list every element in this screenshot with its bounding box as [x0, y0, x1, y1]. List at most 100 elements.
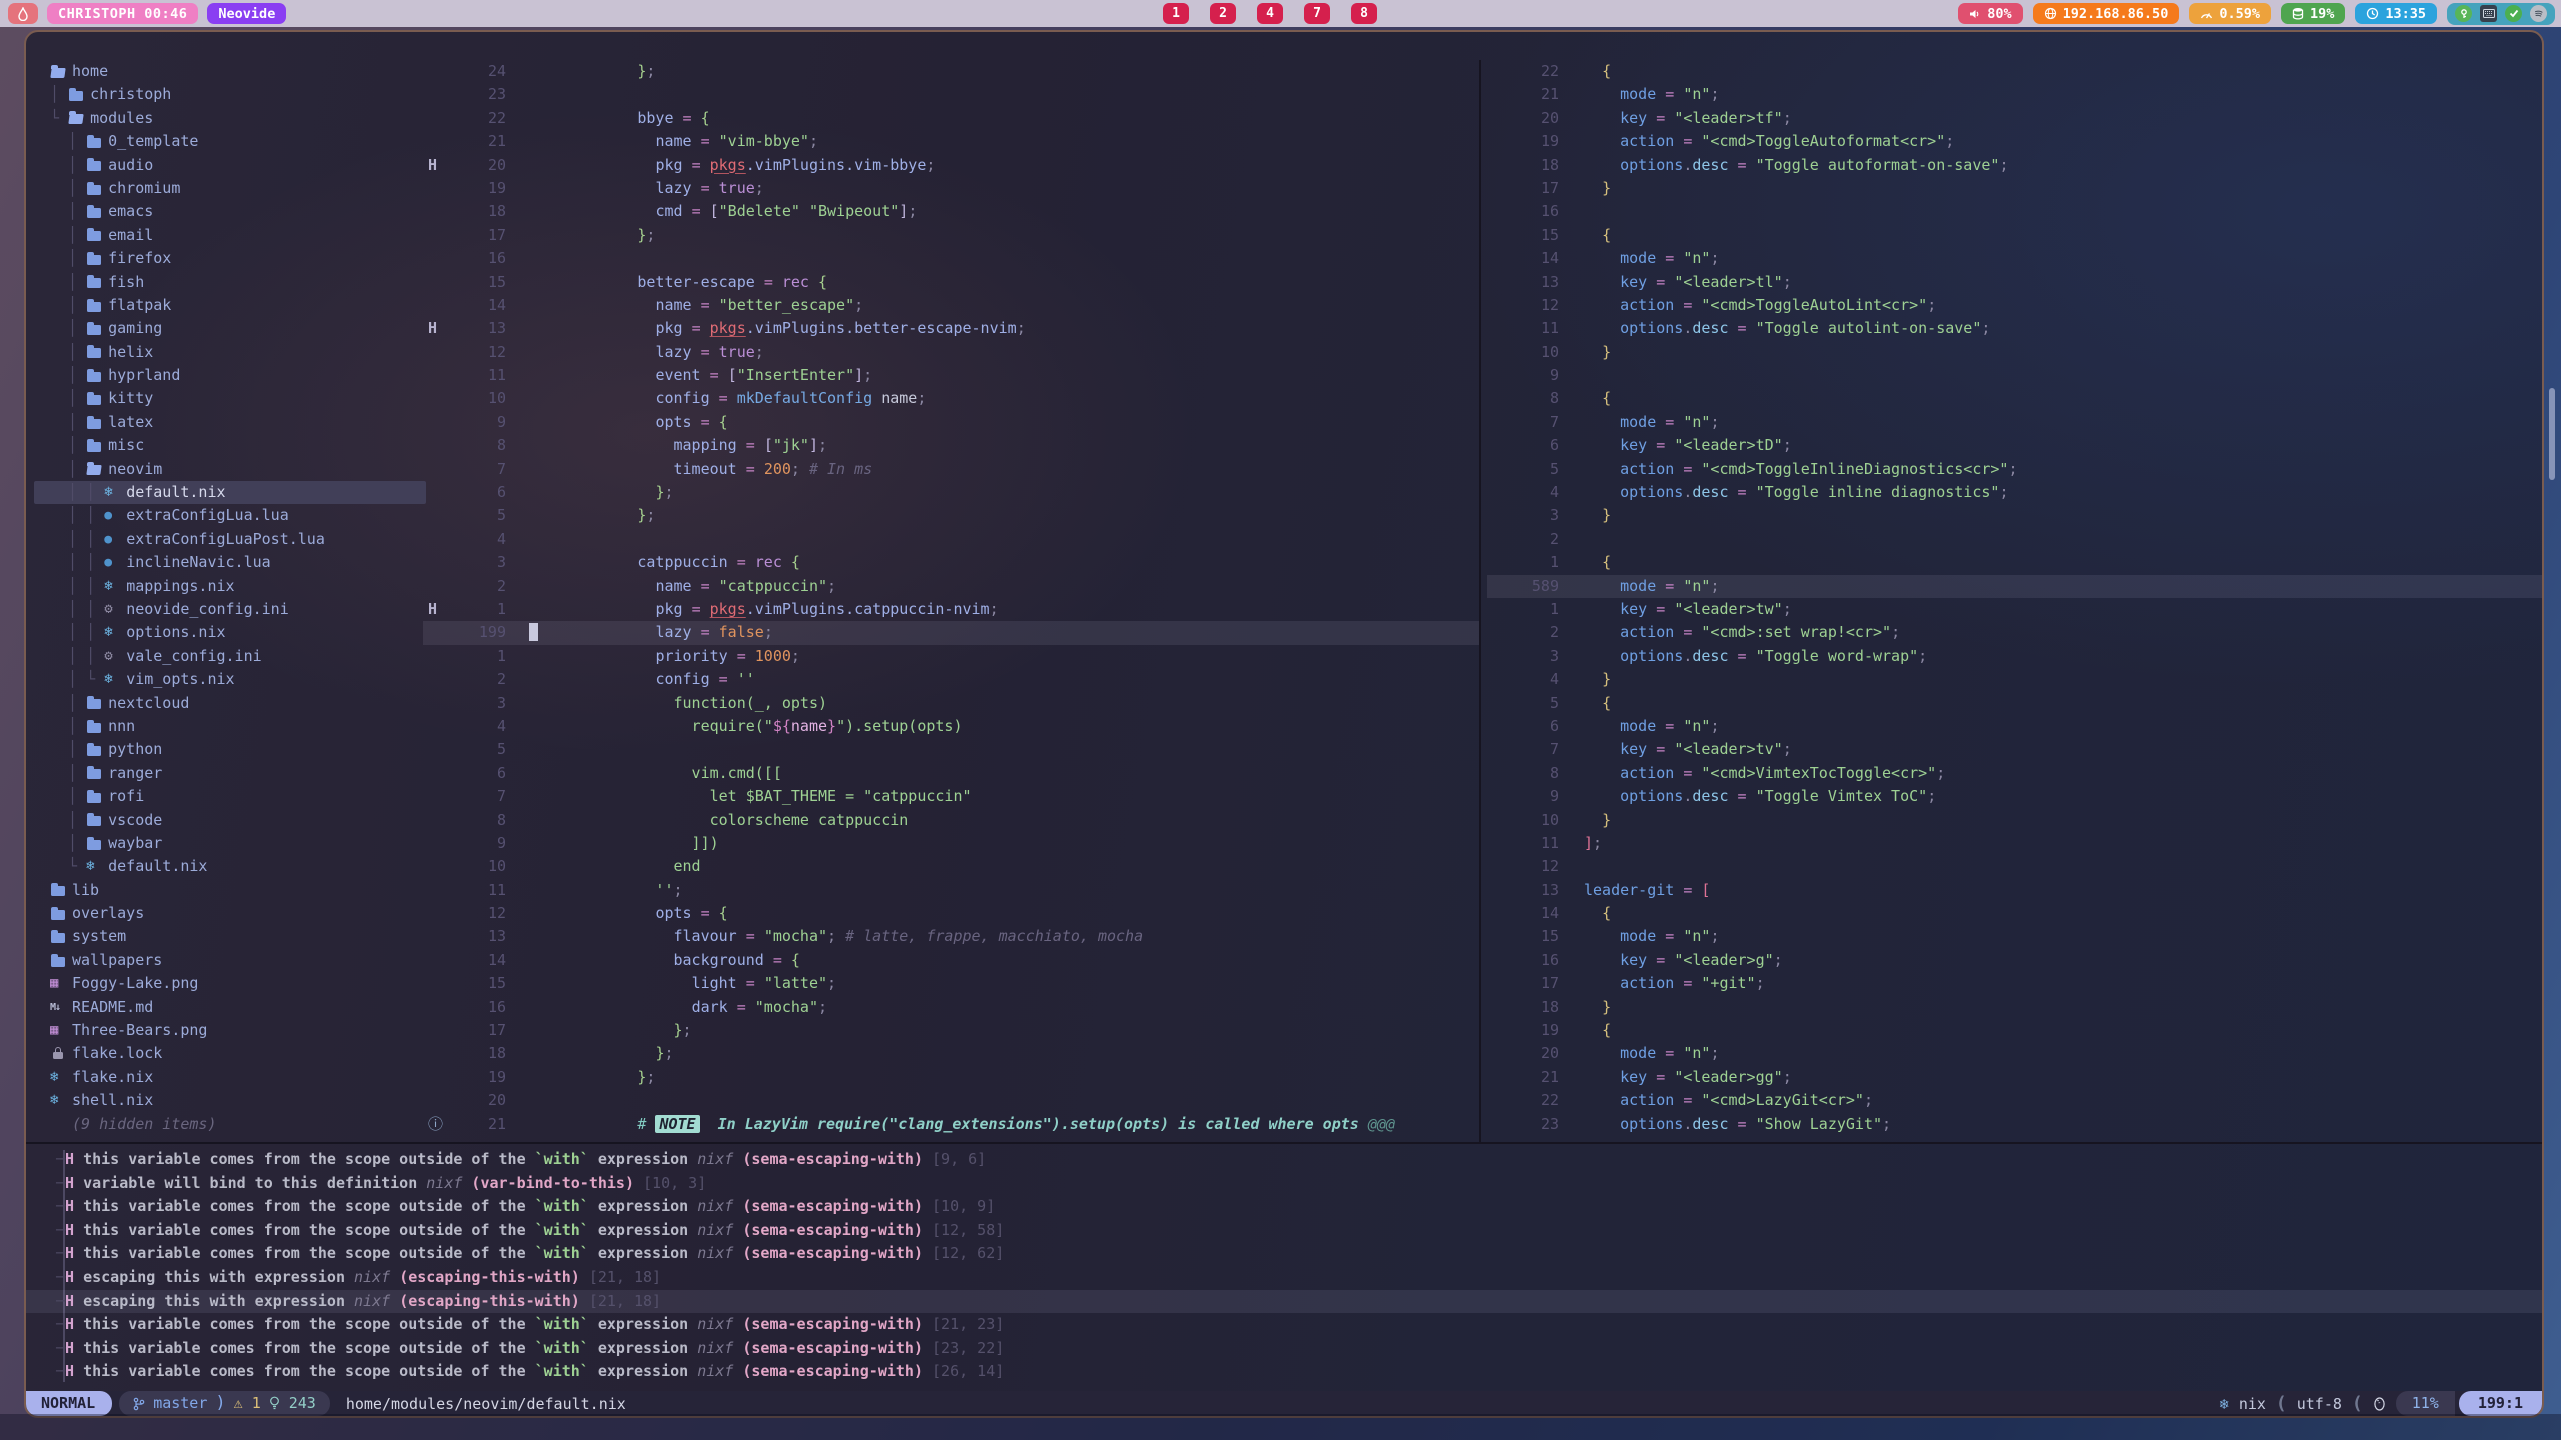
tree-item[interactable]: │ latex	[34, 411, 426, 434]
keyboard-tray-icon[interactable]	[2480, 5, 2497, 22]
tree-item[interactable]: └ ❄default.nix	[34, 855, 426, 878]
code-line[interactable]: 12 action = "<cmd>ToggleAutoLint<cr>";	[1487, 294, 2542, 317]
workspace-button-7[interactable]: 7	[1304, 3, 1330, 24]
code-line[interactable]: 19 action = "<cmd>ToggleAutoformat<cr>";	[1487, 130, 2542, 153]
tree-item[interactable]: │ hyprland	[34, 364, 426, 387]
tree-item[interactable]: │ christoph	[34, 83, 426, 106]
tree-item[interactable]: │ nnn	[34, 715, 426, 738]
code-line[interactable]: 15 mode = "n";	[1487, 925, 2542, 948]
tree-item[interactable]: │ fish	[34, 271, 426, 294]
code-line[interactable]: H1 pkg = pkgs.vimPlugins.catppuccin-nvim…	[423, 598, 1479, 621]
tree-item[interactable]: │ │ ●inclineNavic.lua	[34, 551, 426, 574]
code-line[interactable]: 15 better-escape = rec {	[423, 271, 1479, 294]
code-line[interactable]: 13leader-git = [	[1487, 879, 2542, 902]
code-line[interactable]: 1 {	[1487, 551, 2542, 574]
code-line[interactable]: 19 {	[1487, 1019, 2542, 1042]
code-line[interactable]: 10 }	[1487, 809, 2542, 832]
tree-item[interactable]: │ gaming	[34, 317, 426, 340]
code-line[interactable]: 24 };	[423, 60, 1479, 83]
diagnostic-row[interactable]: ─H escaping this with expression nixf (e…	[26, 1266, 2542, 1290]
active-app-pill[interactable]: Neovide	[207, 3, 286, 24]
code-line[interactable]: 19 lazy = true;	[423, 177, 1479, 200]
code-line[interactable]: 13 flavour = "mocha"; # latte, frappe, m…	[423, 925, 1479, 948]
memory-pill[interactable]: 19%	[2281, 3, 2345, 24]
tree-item[interactable]: │ neovim	[34, 458, 426, 481]
diagnostic-row[interactable]: ─H this variable comes from the scope ou…	[26, 1148, 2542, 1172]
code-line[interactable]: 7 timeout = 200; # In ms	[423, 458, 1479, 481]
tree-item[interactable]: │ rofi	[34, 785, 426, 808]
code-line[interactable]: 5 action = "<cmd>ToggleInlineDiagnostics…	[1487, 458, 2542, 481]
tree-item[interactable]: │ emacs	[34, 200, 426, 223]
diagnostic-row[interactable]: ─H this variable comes from the scope ou…	[26, 1337, 2542, 1361]
tree-item[interactable]: overlays	[34, 902, 426, 925]
tree-item[interactable]: │ python	[34, 738, 426, 761]
code-line[interactable]: 8 colorscheme catppuccin	[423, 809, 1479, 832]
code-line[interactable]: 1 priority = 1000;	[423, 645, 1479, 668]
tree-item[interactable]: ▦Foggy-Lake.png	[34, 972, 426, 995]
code-line[interactable]: 8 action = "<cmd>VimtexTocToggle<cr>";	[1487, 762, 2542, 785]
tree-item[interactable]: │ kitty	[34, 387, 426, 410]
code-line[interactable]: 22 bbye = {	[423, 107, 1479, 130]
code-line[interactable]: H20 pkg = pkgs.vimPlugins.vim-bbye;	[423, 154, 1479, 177]
code-line[interactable]: 7 key = "<leader>tv";	[1487, 738, 2542, 761]
code-line[interactable]: 3 catppuccin = rec {	[423, 551, 1479, 574]
tree-item[interactable]: │ flatpak	[34, 294, 426, 317]
code-line[interactable]: 10 end	[423, 855, 1479, 878]
code-line[interactable]: 4 require("${name}").setup(opts)	[423, 715, 1479, 738]
workspace-button-4[interactable]: 4	[1257, 3, 1283, 24]
code-line[interactable]: 3 options.desc = "Toggle word-wrap";	[1487, 645, 2542, 668]
workspace-button-1[interactable]: 1	[1163, 3, 1189, 24]
code-line[interactable]: 8 mapping = ["jk"];	[423, 434, 1479, 457]
cpu-pill[interactable]: 0.59%	[2189, 3, 2271, 24]
code-line[interactable]: 18 }	[1487, 996, 2542, 1019]
code-line[interactable]: 9	[1487, 364, 2542, 387]
code-line[interactable]: 6 key = "<leader>tD";	[1487, 434, 2542, 457]
code-line[interactable]: 5 {	[1487, 692, 2542, 715]
code-line[interactable]: 21 key = "<leader>gg";	[1487, 1066, 2542, 1089]
code-line[interactable]: 22 action = "<cmd>LazyGit<cr>";	[1487, 1089, 2542, 1112]
code-line[interactable]: 21 name = "vim-bbye";	[423, 130, 1479, 153]
tree-item[interactable]: │ misc	[34, 434, 426, 457]
code-line[interactable]: 3 }	[1487, 504, 2542, 527]
code-line[interactable]: 18 cmd = ["Bdelete" "Bwipeout"];	[423, 200, 1479, 223]
code-line[interactable]: 21 mode = "n";	[1487, 83, 2542, 106]
code-line[interactable]: 10 }	[1487, 341, 2542, 364]
code-line[interactable]: 12 opts = {	[423, 902, 1479, 925]
code-line[interactable]: 4 }	[1487, 668, 2542, 691]
code-line[interactable]: 19 };	[423, 1066, 1479, 1089]
tree-item[interactable]: │ chromium	[34, 177, 426, 200]
code-line[interactable]: 17 }	[1487, 177, 2542, 200]
code-line[interactable]: 20 key = "<leader>tf";	[1487, 107, 2542, 130]
code-line[interactable]: 16 key = "<leader>g";	[1487, 949, 2542, 972]
code-line[interactable]: 18 };	[423, 1042, 1479, 1065]
code-line[interactable]: 13 key = "<leader>tl";	[1487, 271, 2542, 294]
code-line[interactable]: 7 let $BAT_THEME = "catppuccin"	[423, 785, 1479, 808]
code-line[interactable]: 7 mode = "n";	[1487, 411, 2542, 434]
tree-item[interactable]: │ │ ●extraConfigLuaPost.lua	[34, 528, 426, 551]
code-line[interactable]: 4 options.desc = "Toggle inline diagnost…	[1487, 481, 2542, 504]
network-pill[interactable]: 192.168.86.50	[2033, 3, 2180, 24]
code-line-current[interactable]: 589 mode = "n";	[1487, 575, 2542, 598]
code-line[interactable]: 16	[423, 247, 1479, 270]
code-line[interactable]: 17 };	[423, 224, 1479, 247]
code-line[interactable]: 6 };	[423, 481, 1479, 504]
code-line[interactable]: 2	[1487, 528, 2542, 551]
code-line[interactable]: 17 action = "+git";	[1487, 972, 2542, 995]
diagnostic-row[interactable]: ─H this variable comes from the scope ou…	[26, 1219, 2542, 1243]
tree-item[interactable]: (9 hidden items)	[34, 1113, 426, 1136]
code-line[interactable]: 3 function(_, opts)	[423, 692, 1479, 715]
code-line[interactable]: 16	[1487, 200, 2542, 223]
code-line[interactable]: 20 mode = "n";	[1487, 1042, 2542, 1065]
diagnostic-row[interactable]: ─H this variable comes from the scope ou…	[26, 1313, 2542, 1337]
diagnostic-row-selected[interactable]: ─H escaping this with expression nixf (e…	[26, 1290, 2542, 1314]
tree-item[interactable]: wallpapers	[34, 949, 426, 972]
tree-item[interactable]: │ helix	[34, 341, 426, 364]
diagnostic-row[interactable]: ─H this variable comes from the scope ou…	[26, 1360, 2542, 1384]
code-line[interactable]: 6 mode = "n";	[1487, 715, 2542, 738]
code-line[interactable]: 5 };	[423, 504, 1479, 527]
pane-divider[interactable]	[1479, 60, 1481, 1142]
tree-item[interactable]: flake.lock	[34, 1042, 426, 1065]
tree-item[interactable]: │ waybar	[34, 832, 426, 855]
code-line[interactable]: 14 name = "better_escape";	[423, 294, 1479, 317]
tree-item[interactable]: lib	[34, 879, 426, 902]
